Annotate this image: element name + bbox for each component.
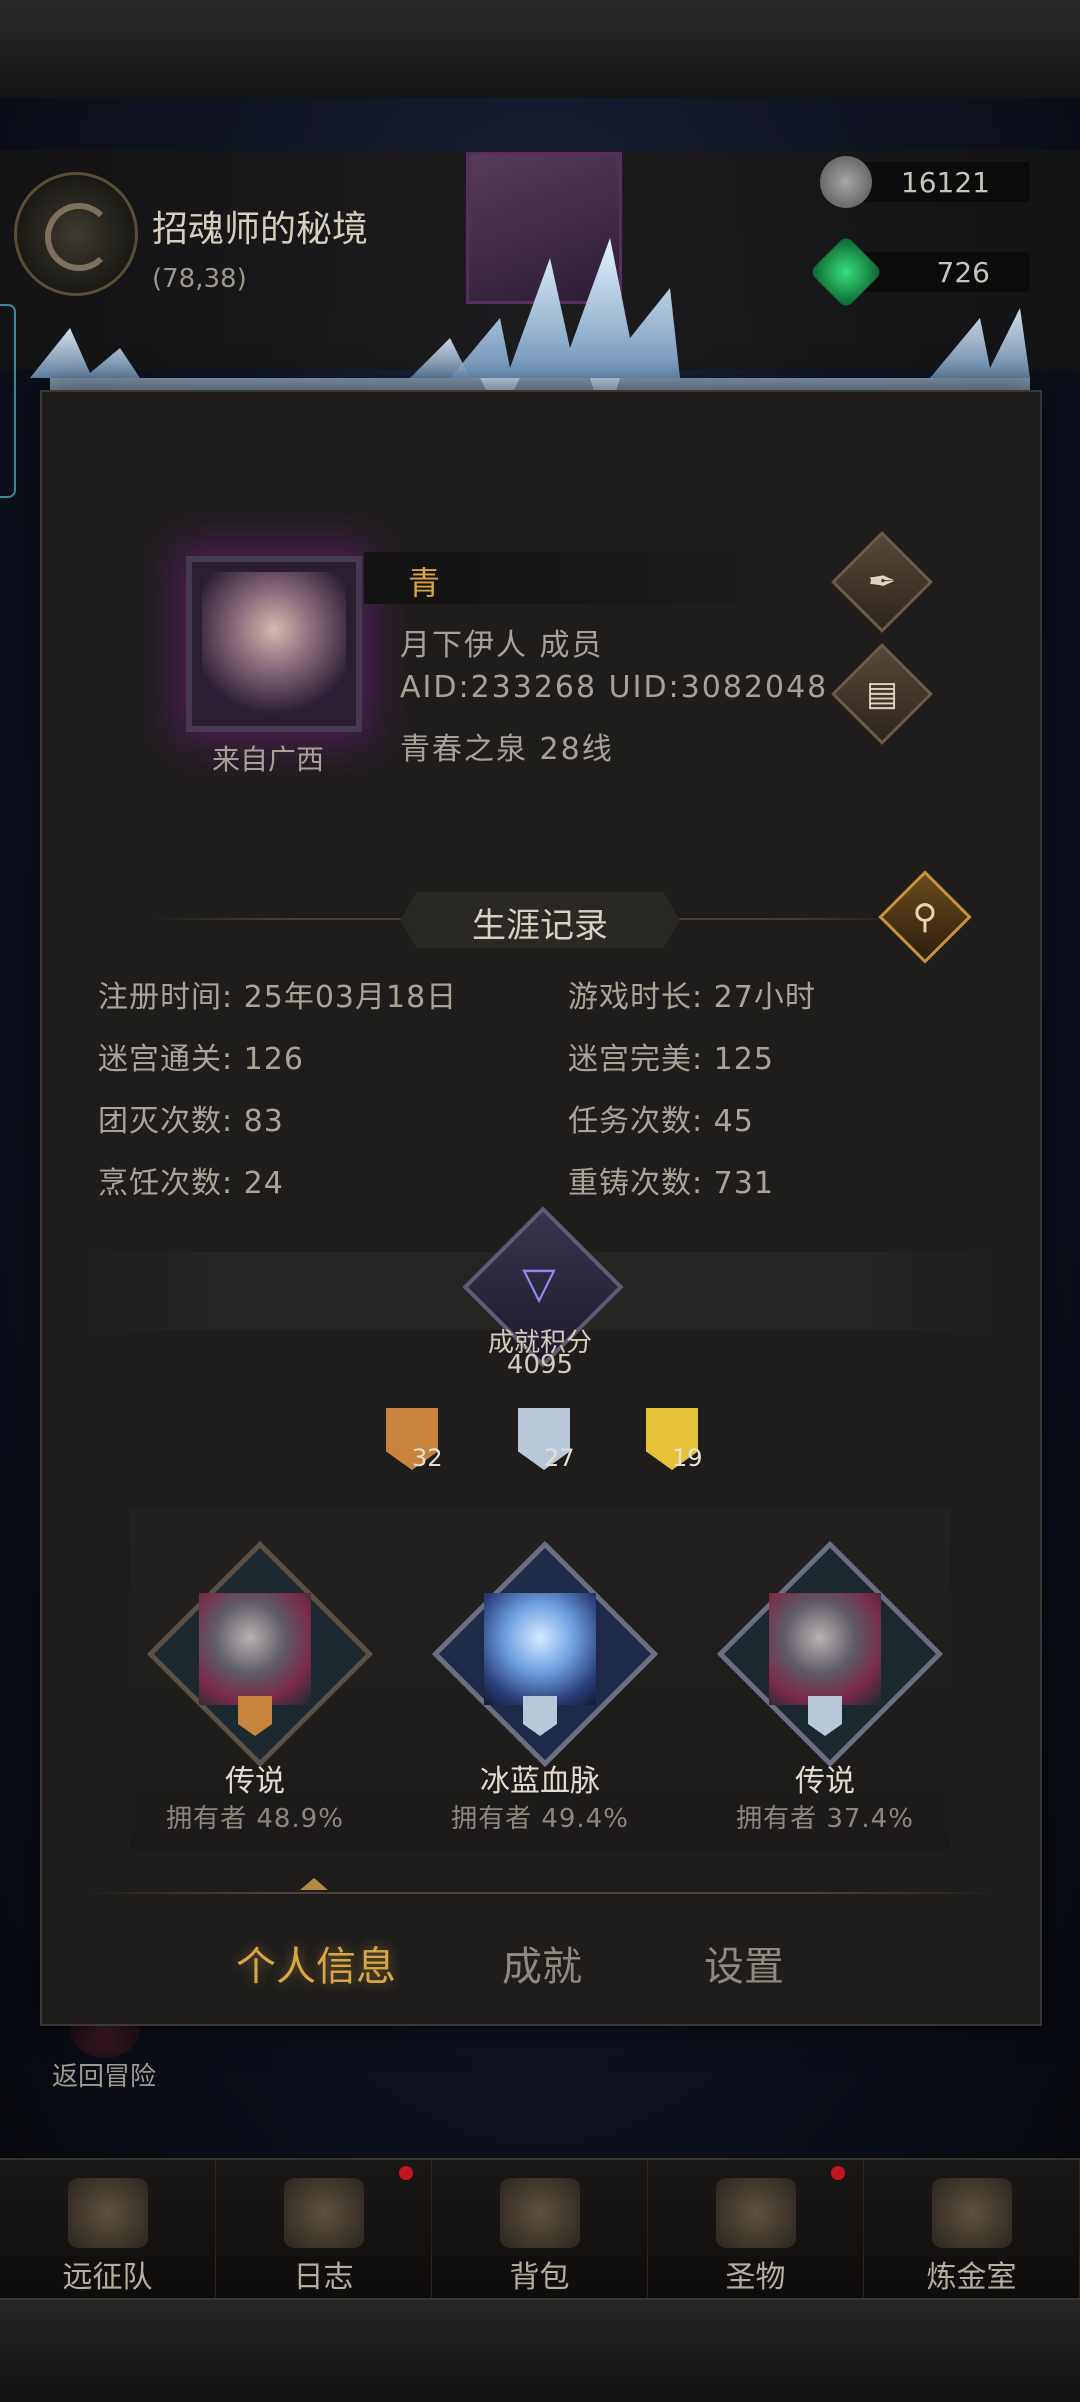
map-emblem-icon[interactable]: [14, 172, 138, 296]
achievement-card-3-name: 传说: [795, 1764, 855, 1799]
stat-label: 注册时间:: [98, 980, 234, 1015]
nav-label: 炼金室: [926, 2260, 1017, 2295]
alchemy-icon: [931, 2178, 1012, 2248]
tab-achievements[interactable]: 成就: [502, 1934, 582, 1992]
stat-value: 45: [713, 1104, 754, 1139]
achievement-card-2-owners: 拥有者 49.4%: [451, 1804, 629, 1834]
return-adventure-button[interactable]: 返回冒险: [52, 2056, 156, 2093]
achievement-score-value: 4095: [506, 1350, 574, 1380]
notification-dot: [399, 2166, 413, 2180]
silver-medal-count: 27: [544, 1444, 575, 1472]
stat-value: 27小时: [713, 980, 816, 1015]
stat-label: 游戏时长:: [568, 980, 704, 1015]
stat-value: 125: [713, 1042, 774, 1077]
quill-icon: ✒: [867, 562, 897, 602]
nav-label: 日志: [293, 2260, 354, 2295]
relic-icon: [715, 2178, 796, 2248]
tab-personal-info[interactable]: 个人信息: [236, 1934, 396, 1992]
stat-play-time: 游戏时长: 27小时: [568, 972, 816, 1016]
stat-label: 迷宫完美:: [568, 1042, 704, 1077]
stat-value: 24: [243, 1166, 284, 1201]
stone-icon: [820, 156, 872, 208]
player-name: 青: [408, 564, 441, 602]
resource-stone-value: 16121: [900, 166, 990, 199]
resource-gem-value: 726: [936, 256, 990, 289]
achievement-card-3-owners: 拥有者 37.4%: [736, 1804, 914, 1834]
stat-value: 731: [713, 1166, 774, 1201]
stat-label: 重铸次数:: [568, 1166, 704, 1201]
stat-maze-perfect: 迷宫完美: 125: [568, 1034, 774, 1078]
knight-icon: [769, 1593, 881, 1705]
map-title: 招魂师的秘境: [152, 209, 369, 250]
map-scroll-icon: [283, 2178, 364, 2248]
stat-register-time: 注册时间: 25年03月18日: [98, 972, 457, 1016]
stat-label: 团灭次数:: [98, 1104, 234, 1139]
server-line: 青春之泉 28线: [400, 732, 614, 767]
notification-dot: [831, 2166, 845, 2180]
document-icon: ▤: [865, 674, 899, 714]
resource-gem: 726: [809, 235, 1030, 309]
top-frame: [0, 0, 1080, 100]
avatar-image: [202, 572, 346, 716]
stat-value: 25年03月18日: [243, 980, 458, 1015]
stat-maze-clears: 迷宫通关: 126: [98, 1034, 304, 1078]
nav-expedition[interactable]: 远征队: [0, 2160, 216, 2300]
bottom-frame: [0, 2298, 1080, 2402]
bottom-navigation: 远征队 日志 背包 圣物 炼金室: [0, 2158, 1080, 2300]
background-portrait: [466, 152, 622, 304]
side-tab[interactable]: [0, 304, 16, 498]
stat-label: 任务次数:: [568, 1104, 704, 1139]
ice-dragon-icon: [484, 1593, 596, 1705]
nav-label: 背包: [509, 2260, 570, 2295]
stat-value: 83: [243, 1104, 284, 1139]
stat-cooking: 烹饪次数: 24: [98, 1158, 284, 1202]
stat-team-wipes: 团灭次数: 83: [98, 1096, 284, 1140]
guild-line: 月下伊人 成员: [400, 628, 604, 663]
achievement-card-1-owners: 拥有者 48.9%: [166, 1804, 344, 1834]
triangle-emblem-icon: ▽: [522, 1257, 556, 1309]
id-line: AID:233268 UID:3082048: [400, 670, 829, 705]
nav-label: 远征队: [62, 2260, 153, 2295]
magnifier-icon: ⚲: [912, 897, 938, 937]
hometown-label: 来自广西: [211, 743, 324, 776]
avatar[interactable]: [186, 556, 362, 732]
achievement-card-1-name: 传说: [225, 1764, 285, 1799]
nav-backpack[interactable]: 背包: [432, 2160, 648, 2300]
nav-alchemy[interactable]: 炼金室: [864, 2160, 1080, 2300]
nav-label: 圣物: [725, 2260, 786, 2295]
resource-stone: 16121: [820, 156, 1030, 208]
tab-settings[interactable]: 设置: [704, 1934, 784, 1992]
active-tab-indicator: [300, 1878, 328, 1890]
helmet-icon: [67, 2178, 148, 2248]
stat-label: 烹饪次数:: [98, 1166, 234, 1201]
bronze-medal-count: 32: [412, 1444, 443, 1472]
nav-journal[interactable]: 日志: [216, 2160, 432, 2300]
achievement-card-2-name: 冰蓝血脉: [480, 1764, 600, 1799]
knight-icon: [199, 1593, 311, 1705]
stat-value: 126: [243, 1042, 304, 1077]
career-record-title: 生涯记录: [472, 906, 608, 946]
gold-medal-count: 19: [672, 1444, 703, 1472]
tab-divider: [80, 1892, 1000, 1894]
map-coordinates: (78,38): [152, 264, 247, 294]
stat-quests: 任务次数: 45: [568, 1096, 754, 1140]
stat-reforge: 重铸次数: 731: [568, 1158, 774, 1202]
stat-label: 迷宫通关:: [98, 1042, 234, 1077]
nav-relics[interactable]: 圣物: [648, 2160, 864, 2300]
backpack-icon: [499, 2178, 580, 2248]
